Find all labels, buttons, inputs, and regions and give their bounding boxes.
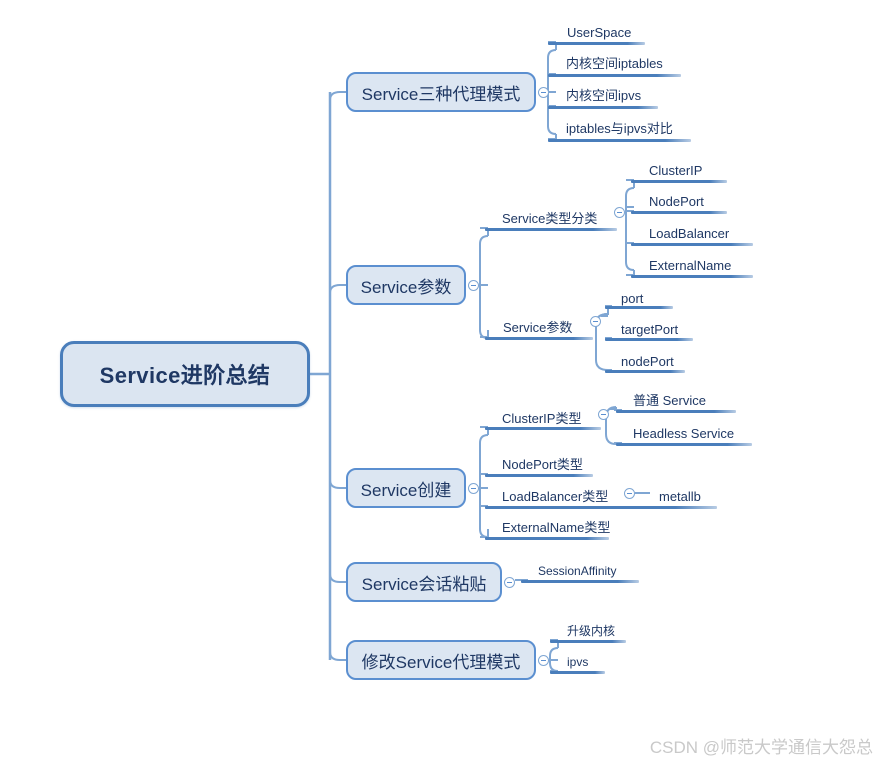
leaf-node-label: ClusterIP [649, 163, 703, 178]
sub-node-label: ClusterIP类型 [502, 411, 582, 426]
sub-underline [485, 506, 717, 509]
branch-node-label: 修改Service代理模式 [361, 652, 521, 672]
leaf-node-kernel-iptables[interactable]: 内核空间iptables [562, 53, 665, 73]
sub-underline [485, 427, 601, 430]
sub-underline [485, 474, 593, 477]
leaf-node-label: NodePort [649, 194, 704, 209]
leaf-underline [616, 410, 736, 413]
leaf-node-targetport[interactable]: targetPort [617, 319, 680, 339]
collapse-toggle-session-affinity[interactable] [504, 577, 515, 588]
leaf-underline [548, 74, 681, 77]
leaf-node-label: Headless Service [633, 426, 735, 441]
leaf-node-label: 内核空间iptables [566, 56, 663, 71]
leaf-node-sessionaffinity[interactable]: SessionAffinity [534, 561, 619, 580]
leaf-node-userspace[interactable]: UserSpace [563, 22, 633, 42]
sub-node-label: ExternalName类型 [502, 520, 611, 535]
leaf-underline [616, 443, 752, 446]
leaf-underline [548, 106, 658, 109]
collapse-toggle-modify-proxy-mode[interactable] [538, 655, 549, 666]
sub-underline [485, 537, 609, 540]
leaf-node-label: SessionAffinity [538, 564, 617, 578]
leaf-node-loadbalancer[interactable]: LoadBalancer [645, 223, 731, 243]
sub-node-label: NodePort类型 [502, 457, 583, 472]
leaf-node-iptables-vs-ipvs[interactable]: iptables与ipvs对比 [562, 118, 675, 138]
leaf-node-metallb[interactable]: metallb [655, 487, 703, 506]
leaf-node-normal-service[interactable]: 普通 Service [629, 392, 708, 410]
leaf-node-ipvs[interactable]: ipvs [563, 652, 590, 671]
leaf-node-label: metallb [659, 489, 701, 504]
leaf-node-label: LoadBalancer [649, 226, 730, 241]
leaf-node-label: 升级内核 [567, 624, 616, 638]
branch-node-session-affinity[interactable]: Service会话粘贴 [346, 562, 502, 602]
leaf-node-label: ExternalName [649, 258, 732, 273]
branch-node-modify-proxy-mode[interactable]: 修改Service代理模式 [346, 640, 536, 680]
collapse-toggle-proxy-modes[interactable] [538, 87, 549, 98]
branch-node-label: Service创建 [360, 480, 452, 500]
root-node[interactable]: Service进阶总结 [60, 341, 310, 407]
leaf-underline [631, 275, 753, 278]
leaf-node-label: targetPort [621, 322, 679, 337]
leaf-underline [550, 640, 626, 643]
sub-underline [485, 337, 593, 340]
leaf-underline [521, 580, 639, 583]
leaf-node-upgrade-kernel[interactable]: 升级内核 [563, 621, 617, 640]
collapse-toggle-service-params-sub[interactable] [590, 316, 601, 327]
collapse-toggle-loadbalancer-type[interactable] [624, 488, 635, 499]
leaf-node-clusterip[interactable]: ClusterIP [645, 160, 704, 180]
collapse-toggle-clusterip-type[interactable] [598, 409, 609, 420]
branch-node-proxy-modes[interactable]: Service三种代理模式 [346, 72, 536, 112]
leaf-node-label: ipvs [567, 655, 589, 669]
leaf-node-externalname[interactable]: ExternalName [645, 255, 733, 275]
leaf-underline [631, 211, 727, 214]
leaf-underline [631, 180, 727, 183]
leaf-node-headless-service[interactable]: Headless Service [629, 424, 736, 443]
leaf-node-label: 内核空间ipvs [566, 88, 642, 103]
leaf-node-label: iptables与ipvs对比 [566, 121, 673, 136]
sub-node-nodeport-type[interactable]: NodePort类型 [498, 455, 585, 474]
collapse-toggle-service-params[interactable] [468, 280, 479, 291]
sub-node-externalname-type[interactable]: ExternalName类型 [498, 518, 612, 537]
leaf-underline [605, 370, 685, 373]
sub-node-label: LoadBalancer类型 [502, 489, 609, 504]
sub-node-label: Service类型分类 [502, 211, 598, 226]
sub-node-loadbalancer-type[interactable]: LoadBalancer类型 [498, 487, 610, 506]
sub-node-clusterip-type[interactable]: ClusterIP类型 [498, 408, 583, 428]
sub-node-service-type-classification[interactable]: Service类型分类 [498, 208, 599, 228]
leaf-node-port[interactable]: port [617, 288, 645, 308]
leaf-underline [605, 338, 693, 341]
leaf-underline [548, 139, 691, 142]
branch-node-service-creation[interactable]: Service创建 [346, 468, 466, 508]
sub-node-label: Service参数 [503, 320, 573, 335]
collapse-toggle-service-creation[interactable] [468, 483, 479, 494]
leaf-underline [548, 42, 645, 45]
leaf-underline [631, 243, 753, 246]
leaf-node-label: UserSpace [567, 25, 632, 40]
leaf-underline [550, 671, 605, 674]
leaf-node-kernel-ipvs[interactable]: 内核空间ipvs [562, 85, 643, 105]
branch-node-label: Service参数 [360, 277, 452, 297]
branch-node-label: Service会话粘贴 [361, 574, 487, 594]
collapse-toggle-service-type-classification[interactable] [614, 207, 625, 218]
watermark: CSDN @师范大学通信大怨总 [649, 738, 873, 757]
branch-node-label: Service三种代理模式 [361, 84, 521, 104]
leaf-underline [605, 306, 673, 309]
sub-underline [485, 228, 617, 231]
root-node-label: Service进阶总结 [99, 363, 271, 388]
leaf-node-nodeport[interactable]: NodePort [645, 191, 706, 211]
leaf-node-label: nodePort [621, 354, 674, 369]
mindmap-canvas: Service进阶总结 Service三种代理模式 UserSpace 内核空间… [0, 0, 891, 772]
leaf-node-nodeport-param[interactable]: nodePort [617, 351, 676, 371]
sub-node-service-params[interactable]: Service参数 [499, 317, 574, 337]
branch-node-service-params[interactable]: Service参数 [346, 265, 466, 305]
leaf-node-label: 普通 Service [633, 393, 706, 408]
